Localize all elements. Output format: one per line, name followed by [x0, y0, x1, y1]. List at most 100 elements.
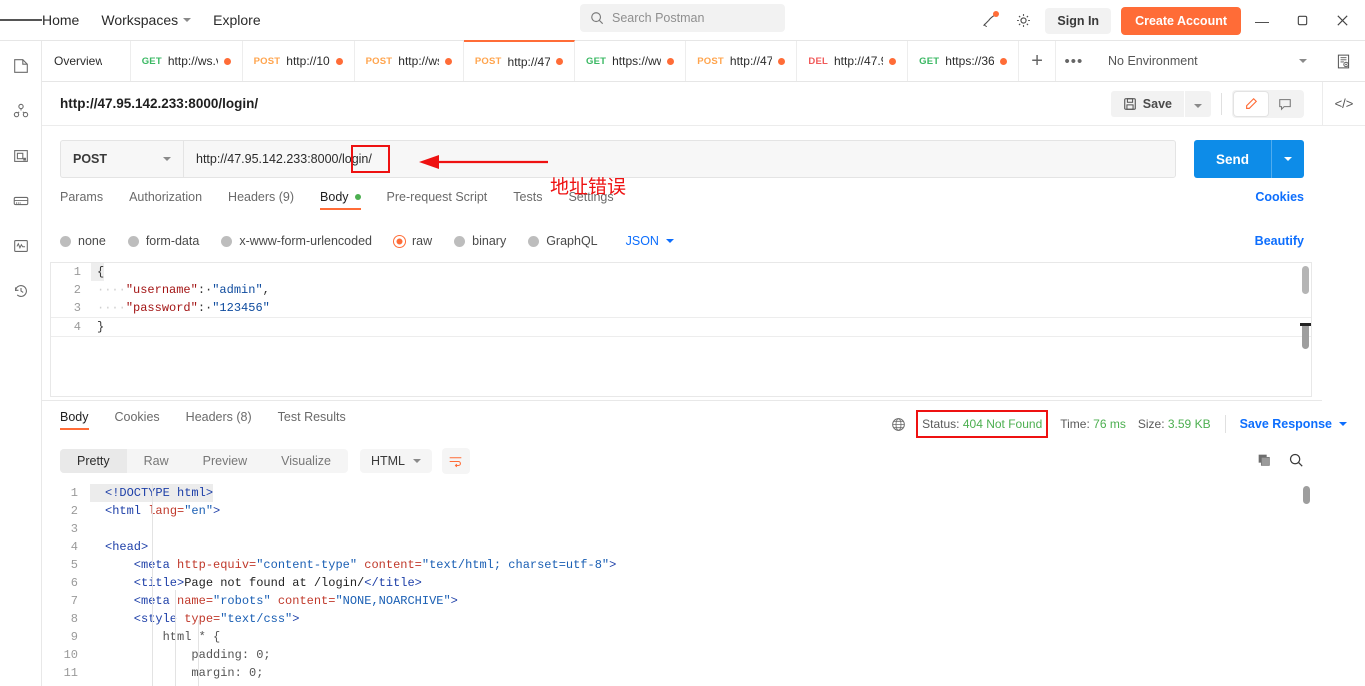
unsaved-indicator [667, 57, 675, 65]
line-text: padding: 0; [105, 648, 271, 662]
raw-format-label: JSON [625, 234, 659, 248]
comment-mode-button[interactable] [1268, 92, 1302, 116]
body-type-raw[interactable]: raw [394, 234, 432, 248]
edit-mode-button[interactable] [1234, 91, 1268, 116]
tab-method: POST [365, 55, 393, 67]
save-options-button[interactable] [1185, 90, 1211, 117]
response-tab-test-results[interactable]: Test Results [278, 410, 346, 430]
copy-icon[interactable] [1256, 452, 1272, 471]
editor-scrollbar-thumb[interactable] [1302, 323, 1309, 349]
response-tab-cookies[interactable]: Cookies [115, 410, 160, 430]
tab-headers-label: Headers (9) [228, 190, 295, 204]
environment-quick-look-icon[interactable] [1321, 41, 1365, 81]
response-tab-cookies-label: Cookies [114, 410, 160, 424]
request-body-editor[interactable]: 1{2 ····"username":·"admin", 3 ····"passwor… [50, 262, 1312, 397]
top-bar: Home Workspaces Explore Search Postman S… [0, 0, 1365, 41]
editor-scrollbar[interactable] [1302, 266, 1309, 294]
tab-item[interactable]: GET https://ww [575, 41, 687, 81]
view-mode-raw[interactable]: Raw [127, 449, 186, 473]
body-type-graphql[interactable]: GraphQL [528, 234, 598, 248]
apis-icon[interactable] [8, 98, 34, 124]
line-number: 11 [63, 666, 78, 680]
tab-headers[interactable]: Headers (9) [228, 190, 294, 210]
response-scrollbar[interactable] [1303, 486, 1310, 504]
send-button[interactable]: Send [1193, 140, 1304, 178]
raw-format-selector[interactable]: JSON [626, 234, 674, 248]
monitors-icon[interactable] [8, 233, 34, 259]
satellite-icon[interactable] [973, 6, 1005, 36]
save-response-button[interactable]: Save Response [1240, 417, 1347, 431]
wrap-lines-icon[interactable] [441, 448, 470, 474]
close-icon[interactable] [1323, 0, 1361, 41]
tab-authorization[interactable]: Authorization [129, 190, 202, 210]
globe-icon[interactable] [891, 417, 906, 432]
tab-item[interactable]: GET http://ws.v [131, 41, 243, 81]
tab-options-icon[interactable]: ••• [1056, 41, 1092, 81]
cookies-link[interactable]: Cookies [1255, 190, 1304, 204]
minimize-icon[interactable]: — [1243, 0, 1281, 41]
line-number: 1 [73, 265, 81, 279]
tab-body[interactable]: Body [320, 190, 361, 210]
radio-icon [127, 235, 139, 247]
body-type-form-data[interactable]: form-data [127, 234, 199, 248]
body-type-binary[interactable]: binary [454, 234, 506, 248]
method-selector[interactable]: POST [60, 140, 183, 178]
nav-workspaces[interactable]: Workspaces [101, 12, 192, 28]
response-tab-body[interactable]: Body [60, 410, 89, 430]
tab-overview[interactable]: Overview [42, 41, 131, 81]
tab-pre-request-script[interactable]: Pre-request Script [387, 190, 488, 210]
code-snippet-icon[interactable]: </> [1322, 82, 1365, 126]
save-button[interactable]: Save [1110, 90, 1184, 117]
tab-settings[interactable]: Settings [568, 190, 613, 210]
line-number: 1 [70, 486, 78, 500]
chevron-down-icon [412, 459, 421, 463]
view-mode-pretty[interactable]: Pretty [60, 449, 127, 473]
environments-icon[interactable] [8, 143, 34, 169]
size-label: Size: [1137, 417, 1165, 431]
maximize-icon[interactable] [1283, 0, 1321, 41]
line-number: 4 [73, 320, 81, 334]
search-icon[interactable] [1288, 452, 1304, 471]
tab-method: GET [585, 55, 607, 67]
gear-icon[interactable] [1007, 6, 1039, 36]
search-input[interactable]: Search Postman [580, 4, 785, 32]
line-number: 7 [70, 594, 78, 608]
tab-url: http://ws [398, 54, 439, 68]
tab-item-active[interactable]: POST http://47. [463, 40, 575, 81]
environment-selector[interactable]: No Environment [1092, 54, 1321, 68]
tab-params[interactable]: Params [60, 190, 103, 210]
sign-in-button[interactable]: Sign In [1045, 7, 1112, 34]
response-tab-headers[interactable]: Headers (8) [186, 410, 252, 430]
response-body-code[interactable]: 1 <!DOCTYPE html> 2 <html lang="en"> 3 4 <head… [42, 484, 1322, 686]
tab-tests[interactable]: Tests [513, 190, 542, 210]
tab-method: GET [919, 55, 940, 67]
unsaved-indicator [335, 57, 343, 65]
tab-item[interactable]: DEL http://47.9 [797, 41, 909, 81]
tab-item[interactable]: POST http://101 [243, 41, 355, 81]
url-input[interactable]: http://47.95.142.233:8000/login/ [183, 140, 1176, 178]
collections-icon[interactable] [8, 53, 34, 79]
new-tab-button[interactable]: + [1019, 41, 1056, 81]
line-text: } [97, 320, 105, 334]
nav-explore[interactable]: Explore [213, 12, 260, 28]
tab-item[interactable]: POST http://47. [686, 41, 798, 81]
view-mode-visualize[interactable]: Visualize [264, 449, 348, 473]
history-icon[interactable] [8, 278, 34, 304]
tab-item[interactable]: POST http://ws [355, 41, 464, 81]
view-mode-preview[interactable]: Preview [186, 449, 264, 473]
tab-url: http://ws.v [167, 54, 218, 68]
line-text: <head> [105, 540, 149, 554]
response-format-selector[interactable]: HTML [359, 449, 432, 473]
body-type-urlencoded[interactable]: x-www-form-urlencoded [221, 234, 372, 248]
mock-servers-icon[interactable] [8, 188, 34, 214]
request-body-code: 1{2 ····"username":·"admin", 3 ····"passwor… [51, 263, 1311, 337]
hamburger-icon[interactable] [0, 17, 42, 24]
nav-home[interactable]: Home [42, 12, 79, 28]
tab-item[interactable]: GET https://36( [908, 41, 1020, 81]
unsaved-indicator [444, 57, 452, 65]
body-type-none[interactable]: none [60, 234, 106, 248]
beautify-button[interactable]: Beautify [1255, 234, 1304, 248]
send-options-button[interactable] [1271, 140, 1304, 178]
create-account-button[interactable]: Create Account [1121, 6, 1241, 35]
response-tab-body-label: Body [60, 410, 89, 424]
